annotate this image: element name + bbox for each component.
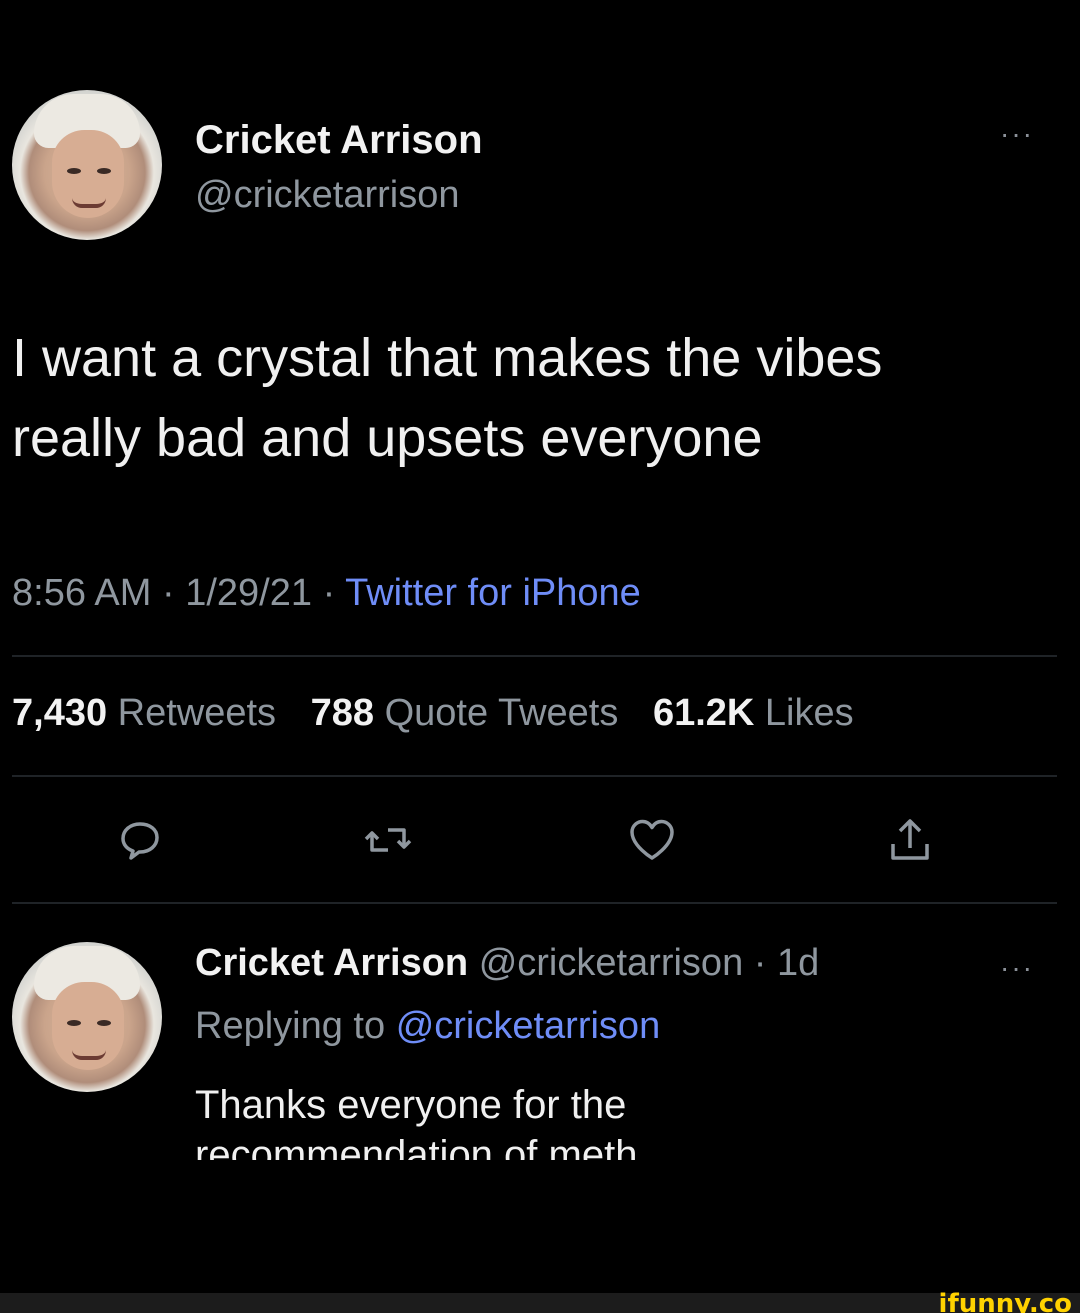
tweet-text-line-2: really bad and upsets everyone (12, 408, 763, 468)
reply-text-line-2: recommendation of meth (195, 1133, 638, 1160)
divider (12, 655, 1057, 657)
like-icon[interactable] (622, 810, 682, 870)
meta-separator: · (161, 572, 175, 614)
tweet-date[interactable]: 1/29/21 (185, 572, 312, 614)
avatar[interactable] (12, 90, 162, 240)
divider (12, 775, 1057, 777)
quotes-stat[interactable]: 788 Quote Tweets (311, 692, 643, 734)
replying-to: Replying to @cricketarrison (195, 1005, 660, 1048)
likes-stat[interactable]: 61.2K Likes (653, 692, 878, 734)
retweets-stat[interactable]: 7,430 Retweets (12, 692, 300, 734)
likes-label: Likes (764, 692, 854, 734)
tweet-text-line-1: I want a crystal that makes the vibes (12, 328, 883, 388)
retweets-count: 7,430 (12, 692, 108, 734)
share-icon[interactable] (880, 810, 940, 870)
reply-avatar[interactable] (12, 942, 162, 1092)
reply-more-options-icon[interactable]: ··· (1000, 952, 1034, 984)
likes-count: 61.2K (652, 692, 755, 734)
reply-handle-time[interactable]: @cricketarrison · 1d (479, 942, 820, 984)
reply-icon[interactable] (110, 810, 170, 870)
replying-prefix: Replying to (195, 1005, 386, 1047)
reply-header: Cricket Arrison @cricketarrison · 1d (195, 942, 819, 985)
more-options-icon[interactable]: ··· (1000, 118, 1034, 150)
divider (12, 902, 1057, 904)
retweet-icon[interactable] (358, 810, 418, 870)
meta-separator: · (322, 572, 336, 614)
tweet-source[interactable]: Twitter for iPhone (345, 572, 641, 614)
retweets-label: Retweets (117, 692, 277, 734)
quotes-count: 788 (310, 692, 375, 734)
tweet-text: I want a crystal that makes the vibes re… (12, 318, 1062, 478)
quotes-label: Quote Tweets (384, 692, 619, 734)
tweet-actions (0, 800, 1080, 880)
author-display-name[interactable]: Cricket Arrison (195, 118, 483, 163)
reply-display-name[interactable]: Cricket Arrison (195, 942, 468, 984)
tweet-time[interactable]: 8:56 AM (12, 572, 151, 614)
author-handle[interactable]: @cricketarrison (195, 174, 460, 217)
watermark-logo: ifunny.co (938, 1289, 1072, 1313)
tweet-metadata: 8:56 AM · 1/29/21 · Twitter for iPhone (12, 572, 641, 615)
reply-text-line-1: Thanks everyone for the (195, 1083, 627, 1127)
tweet-stats: 7,430 Retweets 788 Quote Tweets 61.2K Li… (12, 692, 878, 735)
replying-mention[interactable]: @cricketarrison (396, 1005, 661, 1047)
reply-text: Thanks everyone for the recommendation o… (195, 1080, 1055, 1160)
bottom-bar (0, 1293, 1080, 1313)
